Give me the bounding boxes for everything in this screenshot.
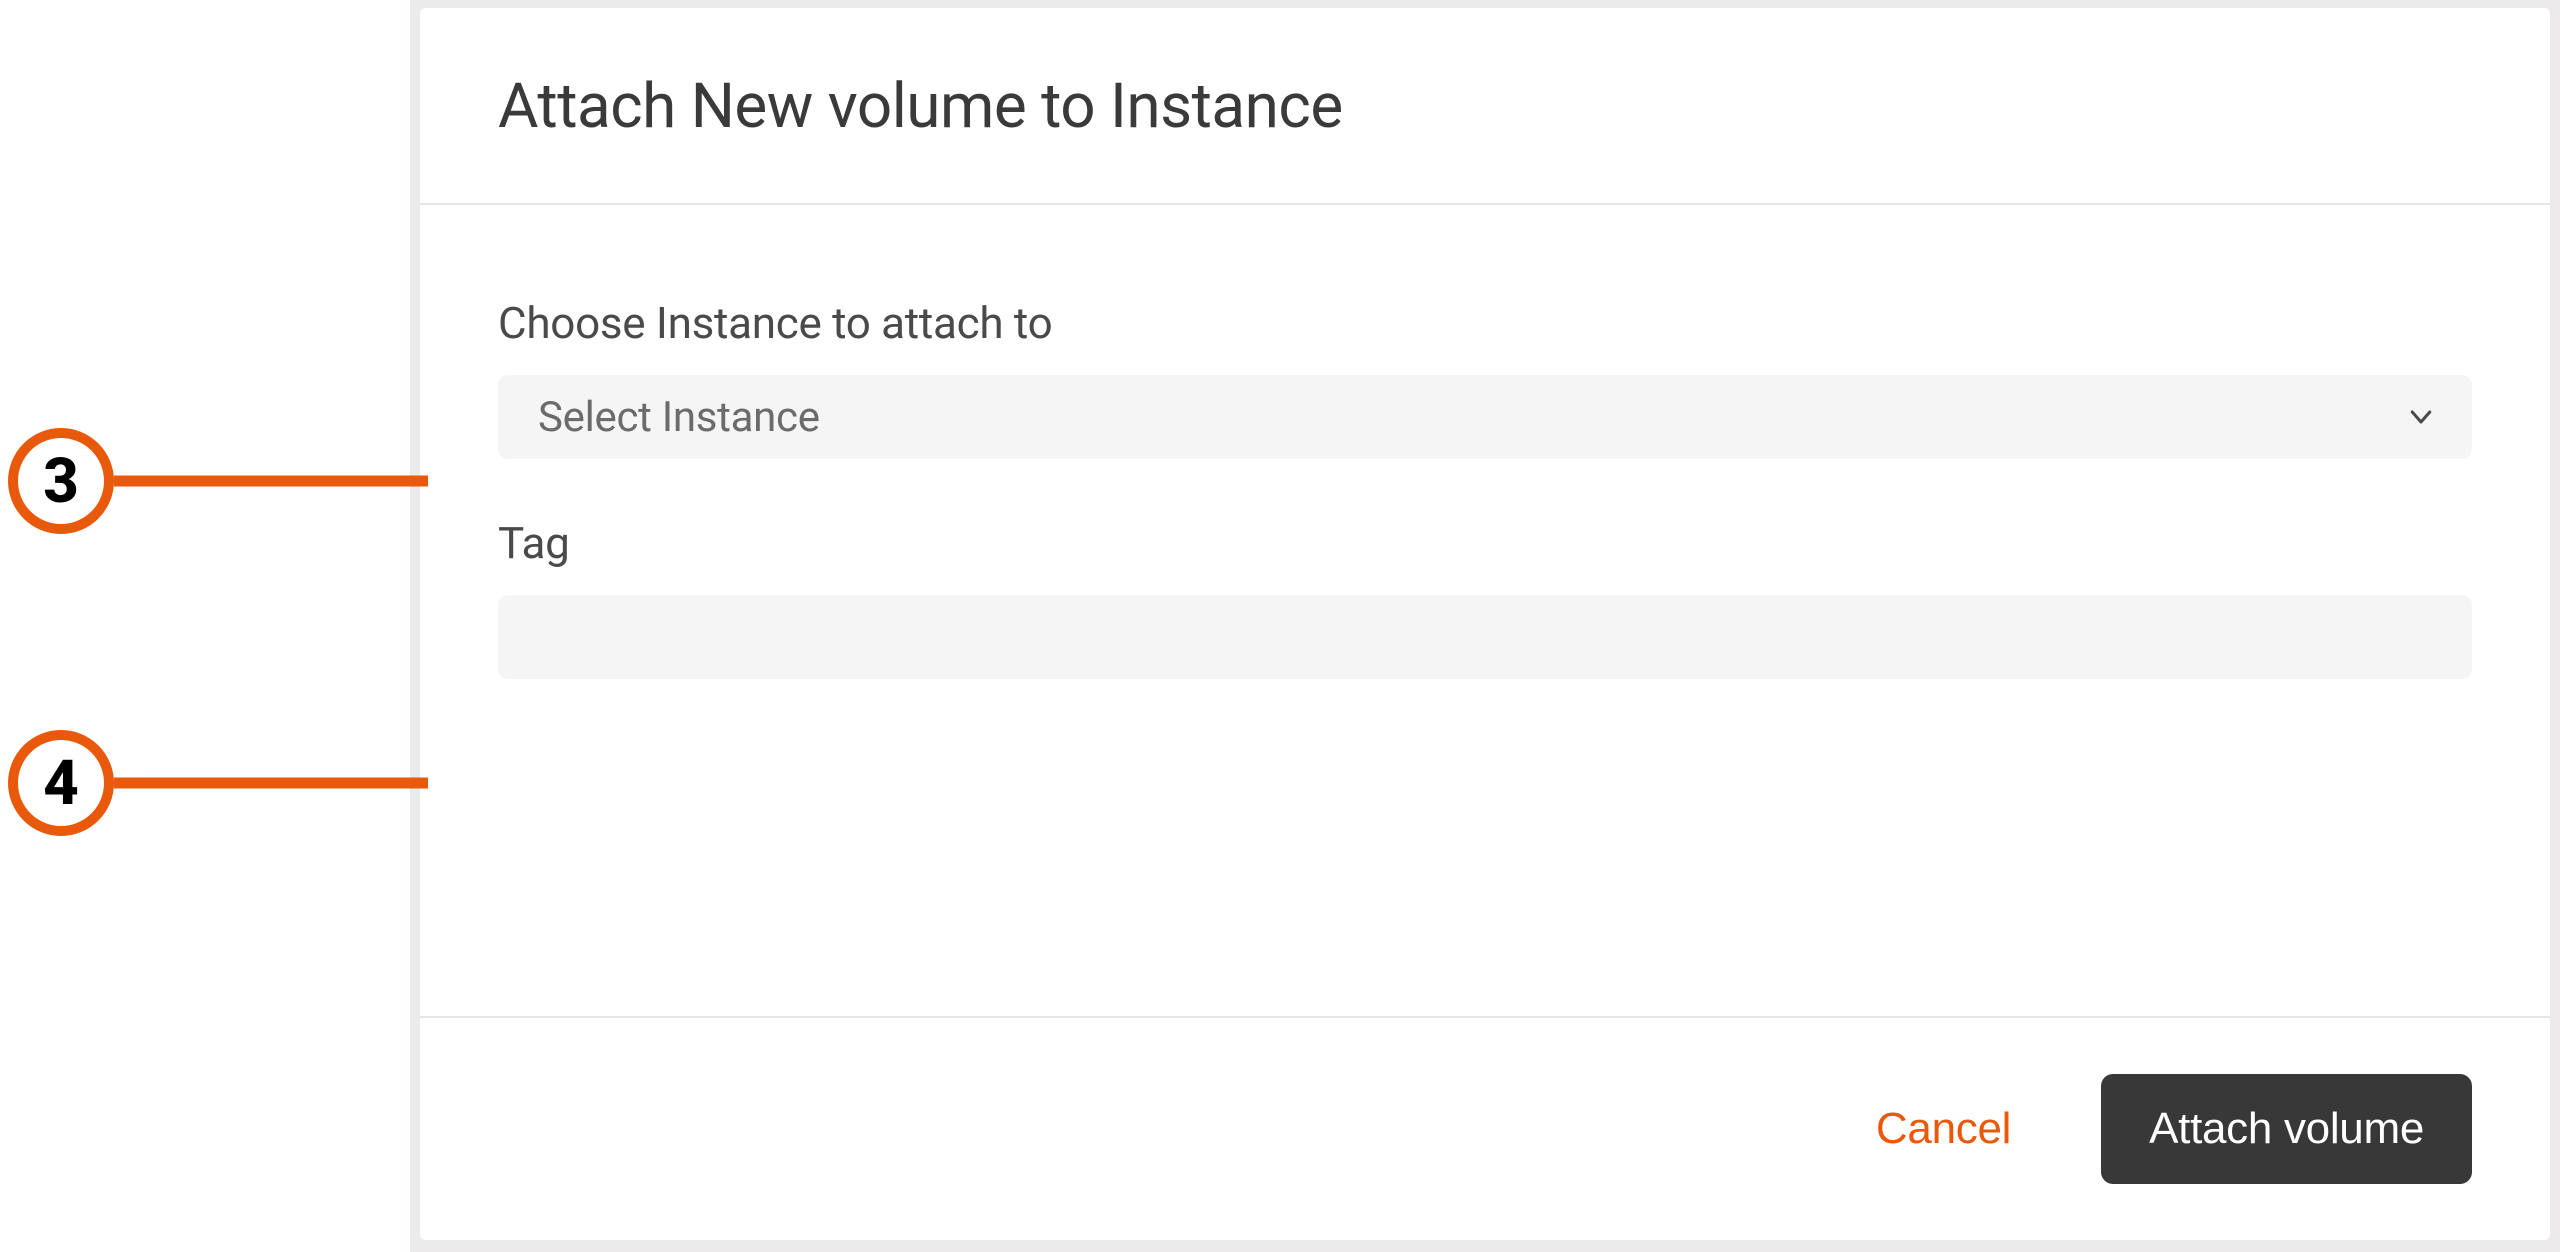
cancel-button[interactable]: Cancel (1872, 1096, 2015, 1162)
tag-input[interactable] (498, 595, 2472, 679)
callout-number: 3 (43, 445, 79, 518)
instance-select-placeholder: Select Instance (538, 393, 820, 442)
callout-line (114, 476, 428, 487)
callout-circle: 4 (8, 730, 114, 836)
instance-form-group: Choose Instance to attach to Select Inst… (498, 297, 2472, 459)
callout-step-3: 3 (8, 428, 114, 534)
callout-line (114, 778, 428, 789)
instance-select-wrap: Select Instance (498, 375, 2472, 459)
dialog-title: Attach New volume to Instance (498, 70, 2472, 143)
attach-volume-button[interactable]: Attach volume (2101, 1074, 2472, 1184)
tag-form-group: Tag (498, 517, 2472, 679)
dialog-backdrop: Attach New volume to Instance Choose Ins… (410, 0, 2560, 1252)
dialog-body: Choose Instance to attach to Select Inst… (420, 205, 2550, 1016)
callout-circle: 3 (8, 428, 114, 534)
dialog-footer: Cancel Attach volume (420, 1016, 2550, 1240)
tag-label: Tag (498, 517, 2472, 569)
instance-select[interactable]: Select Instance (498, 375, 2472, 459)
callout-number: 4 (43, 747, 79, 820)
instance-label: Choose Instance to attach to (498, 297, 2472, 349)
dialog-header: Attach New volume to Instance (420, 8, 2550, 205)
callout-step-4: 4 (8, 730, 114, 836)
attach-volume-dialog: Attach New volume to Instance Choose Ins… (420, 8, 2550, 1240)
